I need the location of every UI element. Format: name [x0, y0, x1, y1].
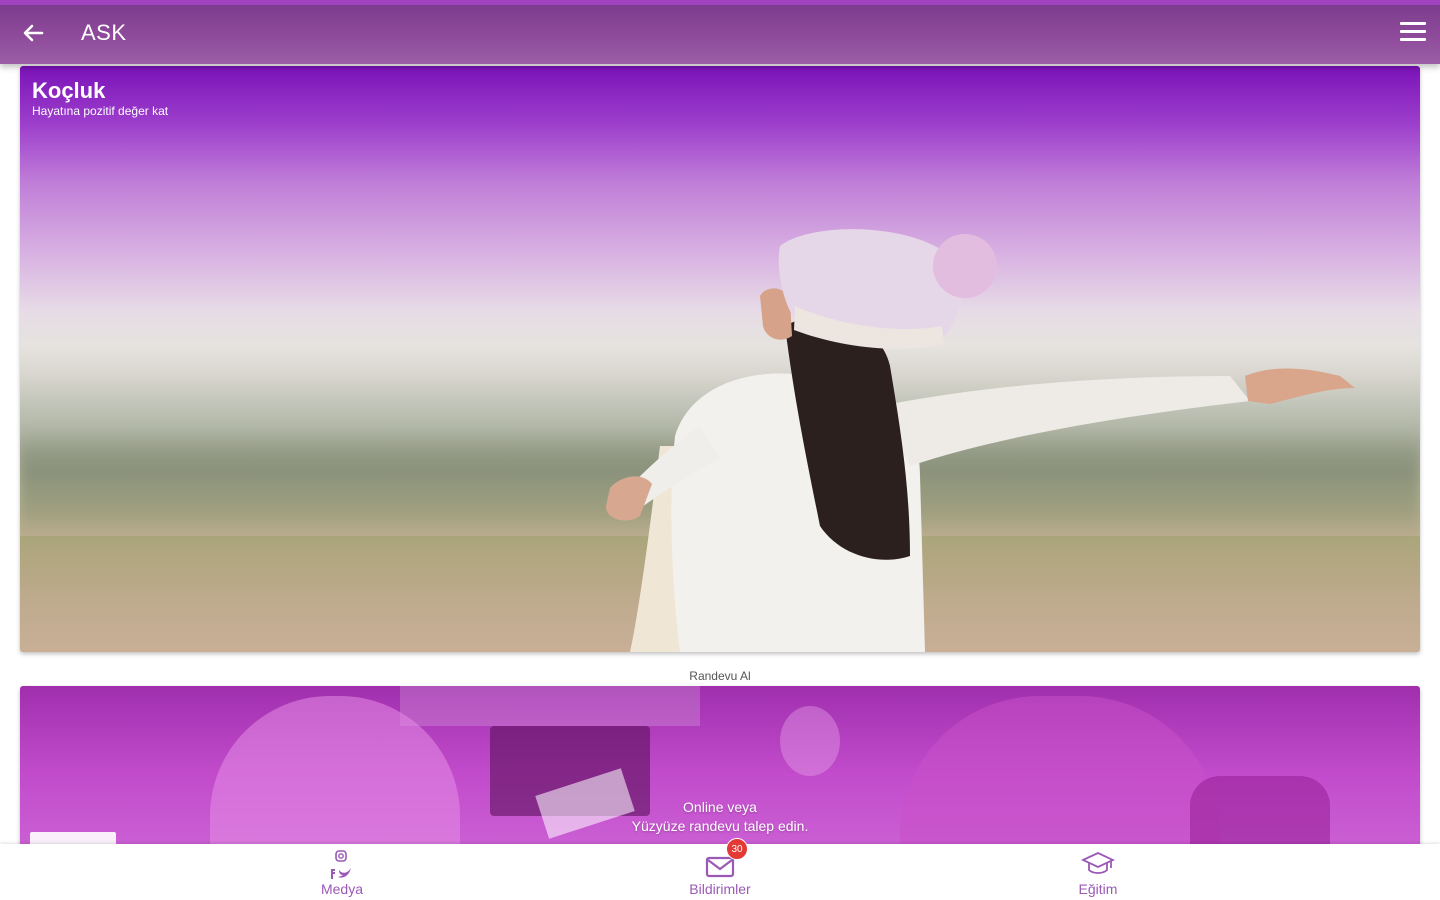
hero-woman-illustration [605, 229, 1355, 652]
app-title: ASK [81, 20, 127, 45]
social-media-icon [331, 850, 351, 879]
back-button[interactable] [18, 18, 48, 48]
appointment-caption: Randevu Al [689, 669, 751, 683]
app-root: ASK Koçluk Hayatına pozitif değer kat Ra… [0, 0, 1440, 900]
hero-subtitle: Hayatına pozitif değer kat [32, 104, 169, 118]
graduation-cap-icon [1081, 852, 1115, 874]
appointment-text: Online veya Yüzyüze randevu talep edin. [20, 798, 1420, 836]
appointment-line2: Yüzyüze randevu talep edin. [631, 818, 809, 834]
nav-item-notifications[interactable]: 30 Bildirimler [620, 838, 820, 900]
hero-title: Koçluk [32, 78, 106, 103]
nav-label-notifications: Bildirimler [689, 881, 751, 897]
plant-shape [780, 706, 840, 776]
nav-label-education: Eğitim [1078, 881, 1118, 897]
coaching-hero-card[interactable]: Koçluk Hayatına pozitif değer kat [20, 66, 1420, 652]
window-shape [400, 686, 700, 726]
status-strip [0, 0, 1440, 5]
nav-item-education[interactable]: Eğitim [998, 844, 1198, 900]
hamburger-menu-icon [1400, 22, 1426, 41]
nav-label-media: Medya [320, 881, 364, 897]
arrow-left-icon [23, 24, 44, 42]
bottom-navigation: Medya 30 Bildirimler Eğitim [0, 838, 1440, 900]
appointment-line1: Online veya [683, 799, 757, 815]
nav-item-media[interactable]: Medya [242, 844, 442, 900]
notification-badge: 30 [726, 838, 748, 860]
top-app-bar: ASK [0, 0, 1440, 64]
menu-button[interactable] [1398, 19, 1428, 45]
